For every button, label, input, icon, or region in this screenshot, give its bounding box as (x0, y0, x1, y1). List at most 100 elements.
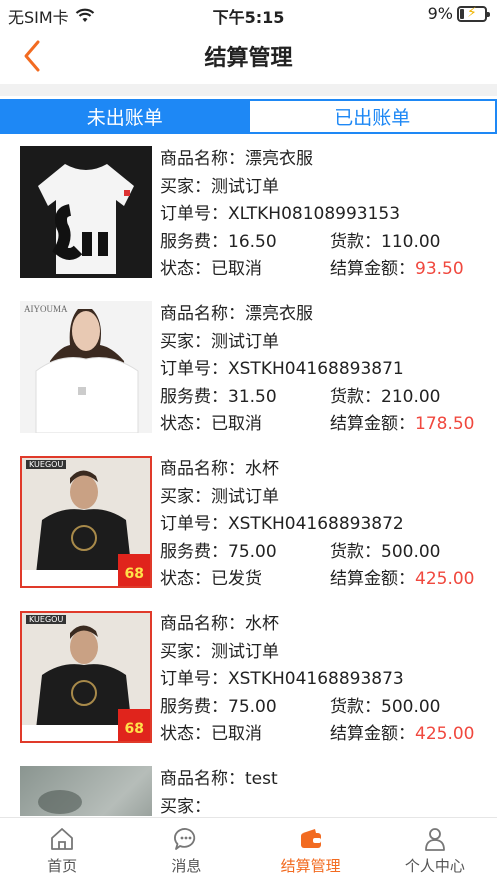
goods-amount-label: 货款： (330, 541, 381, 562)
tab-settlement-label: 结算管理 (280, 857, 341, 875)
order-number: XSTKH04168893873 (228, 669, 404, 689)
buyer-label: 买家： (160, 796, 211, 817)
battery-percent: 9% (427, 4, 453, 23)
settle-amount: 425.00 (415, 724, 475, 744)
settle-amount-label: 结算金额： (330, 569, 415, 589)
buyer-label: 买家： (160, 641, 211, 662)
service-fee: 16.50 (228, 231, 277, 252)
service-fee-label: 服务费： (160, 231, 228, 252)
settle-amount-label: 结算金额： (330, 414, 415, 434)
clock: 下午5:15 (212, 8, 285, 27)
service-fee: 75.00 (228, 541, 277, 562)
service-fee-label: 服务费： (160, 386, 228, 407)
product-thumbnail: AIYOUMA (20, 301, 152, 433)
settlement-list: 商品名称： 漂亮衣服 买家： 测试订单 订单号： XLTKH08108993153 服… (0, 146, 497, 816)
product-thumbnail: KUEGOU 68 (20, 456, 152, 588)
product-thumbnail (20, 766, 152, 816)
page-title: 结算管理 (204, 46, 293, 71)
service-fee: 31.50 (228, 386, 277, 407)
buyer-name: 测试订单 (211, 331, 279, 352)
service-fee: 75.00 (228, 696, 277, 717)
buyer-name: 测试订单 (211, 641, 279, 662)
user-icon (424, 828, 445, 851)
product-name: 漂亮衣服 (245, 149, 313, 169)
order-number-label: 订单号： (160, 204, 228, 224)
tab-home[interactable]: 首页 (0, 818, 124, 883)
order-number-label: 订单号： (160, 669, 228, 689)
buyer-name: 测试订单 (211, 486, 279, 507)
tab-home-label: 首页 (47, 857, 78, 875)
list-item[interactable]: KUEGOU 68 商品名称： 水杯 买家： 测试订单 订单号： XSTKH04168… (0, 456, 497, 611)
order-status: 已取消 (211, 724, 262, 744)
battery-icon: ⚡ (457, 5, 490, 22)
thumb-price: 68 (124, 566, 144, 582)
tab-billed[interactable]: 已出账单 (247, 99, 497, 134)
status-label: 状态： (160, 259, 211, 279)
tab-profile[interactable]: 个人中心 (373, 818, 497, 883)
product-thumbnail: KUEGOU 68 (20, 611, 152, 743)
navigation-bar: 结算管理 (0, 28, 497, 84)
product-name: test (245, 769, 278, 789)
order-number: XLTKH08108993153 (228, 204, 401, 224)
order-status: 已取消 (211, 259, 262, 279)
order-number-label: 订单号： (160, 514, 228, 534)
settle-amount: 178.50 (415, 414, 475, 434)
divider (0, 84, 497, 96)
list-item[interactable]: 商品名称： test 买家： (0, 766, 497, 816)
status-bar: 无SIM卡 下午5:15 9% ⚡ (0, 0, 497, 28)
goods-amount: 500.00 (381, 541, 441, 562)
buyer-name: 测试订单 (211, 176, 279, 197)
list-item[interactable]: 商品名称： 漂亮衣服 买家： 测试订单 订单号： XLTKH08108993153 服… (0, 146, 497, 301)
buyer-label: 买家： (160, 486, 211, 507)
product-name: 水杯 (245, 459, 279, 479)
list-item[interactable]: AIYOUMA 商品名称： 漂亮衣服 买家： 测试订单 订单号： XSTKH04168… (0, 301, 497, 456)
tab-messages[interactable]: 消息 (124, 818, 248, 883)
product-name-label: 商品名称： (160, 769, 245, 789)
order-info: 商品名称： 漂亮衣服 买家： 测试订单 订单号： XLTKH08108993153 服… (160, 146, 497, 284)
thumb-price: 68 (124, 721, 144, 737)
goods-amount: 500.00 (381, 696, 441, 717)
product-name-label: 商品名称： (160, 614, 245, 634)
tab-settlement[interactable]: 结算管理 (249, 818, 373, 883)
goods-amount-label: 货款： (330, 386, 381, 407)
service-fee-label: 服务费： (160, 541, 228, 562)
status-right: 9% ⚡ (427, 4, 490, 23)
tab-unbilled[interactable]: 未出账单 (0, 99, 250, 134)
list-item[interactable]: KUEGOU 68 商品名称： 水杯 买家： 测试订单 订单号： XSTKH04168… (0, 611, 497, 766)
buyer-label: 买家： (160, 176, 211, 197)
product-name: 漂亮衣服 (245, 304, 313, 324)
wallet-icon (300, 829, 321, 848)
product-name-label: 商品名称： (160, 304, 245, 324)
service-fee-label: 服务费： (160, 696, 228, 717)
order-status: 已取消 (211, 414, 262, 434)
goods-amount: 210.00 (381, 386, 441, 407)
order-info: 商品名称： test 买家： (160, 766, 497, 816)
message-icon (174, 828, 196, 850)
status-label: 状态： (160, 414, 211, 434)
status-label: 状态： (160, 724, 211, 744)
goods-amount-label: 货款： (330, 696, 381, 717)
settle-amount: 425.00 (415, 569, 475, 589)
product-name-label: 商品名称： (160, 149, 245, 169)
goods-amount-label: 货款： (330, 231, 381, 252)
product-name: 水杯 (245, 614, 279, 634)
thumb-brand: AIYOUMA (24, 304, 68, 314)
order-info: 商品名称： 漂亮衣服 买家： 测试订单 订单号： XSTKH04168893871 服… (160, 301, 497, 439)
product-thumbnail (20, 146, 152, 278)
bottom-tab-bar: 首页 消息 结算管理 个人中心 (0, 817, 497, 883)
tab-messages-label: 消息 (171, 857, 202, 875)
home-icon (51, 828, 74, 850)
buyer-label: 买家： (160, 331, 211, 352)
order-info: 商品名称： 水杯 买家： 测试订单 订单号： XSTKH04168893872 服务费… (160, 456, 497, 594)
order-number: XSTKH04168893872 (228, 514, 404, 534)
thumb-brand: KUEGOU (26, 460, 67, 469)
goods-amount: 110.00 (381, 231, 441, 252)
thumb-brand: KUEGOU (26, 615, 67, 624)
order-number: XSTKH04168893871 (228, 359, 404, 379)
settle-amount-label: 结算金额： (330, 259, 415, 279)
bill-tabs: 未出账单 已出账单 (0, 99, 497, 134)
order-number-label: 订单号： (160, 359, 228, 379)
order-info: 商品名称： 水杯 买家： 测试订单 订单号： XSTKH04168893873 服务费… (160, 611, 497, 749)
settle-amount: 93.50 (415, 259, 464, 279)
status-label: 状态： (160, 569, 211, 589)
